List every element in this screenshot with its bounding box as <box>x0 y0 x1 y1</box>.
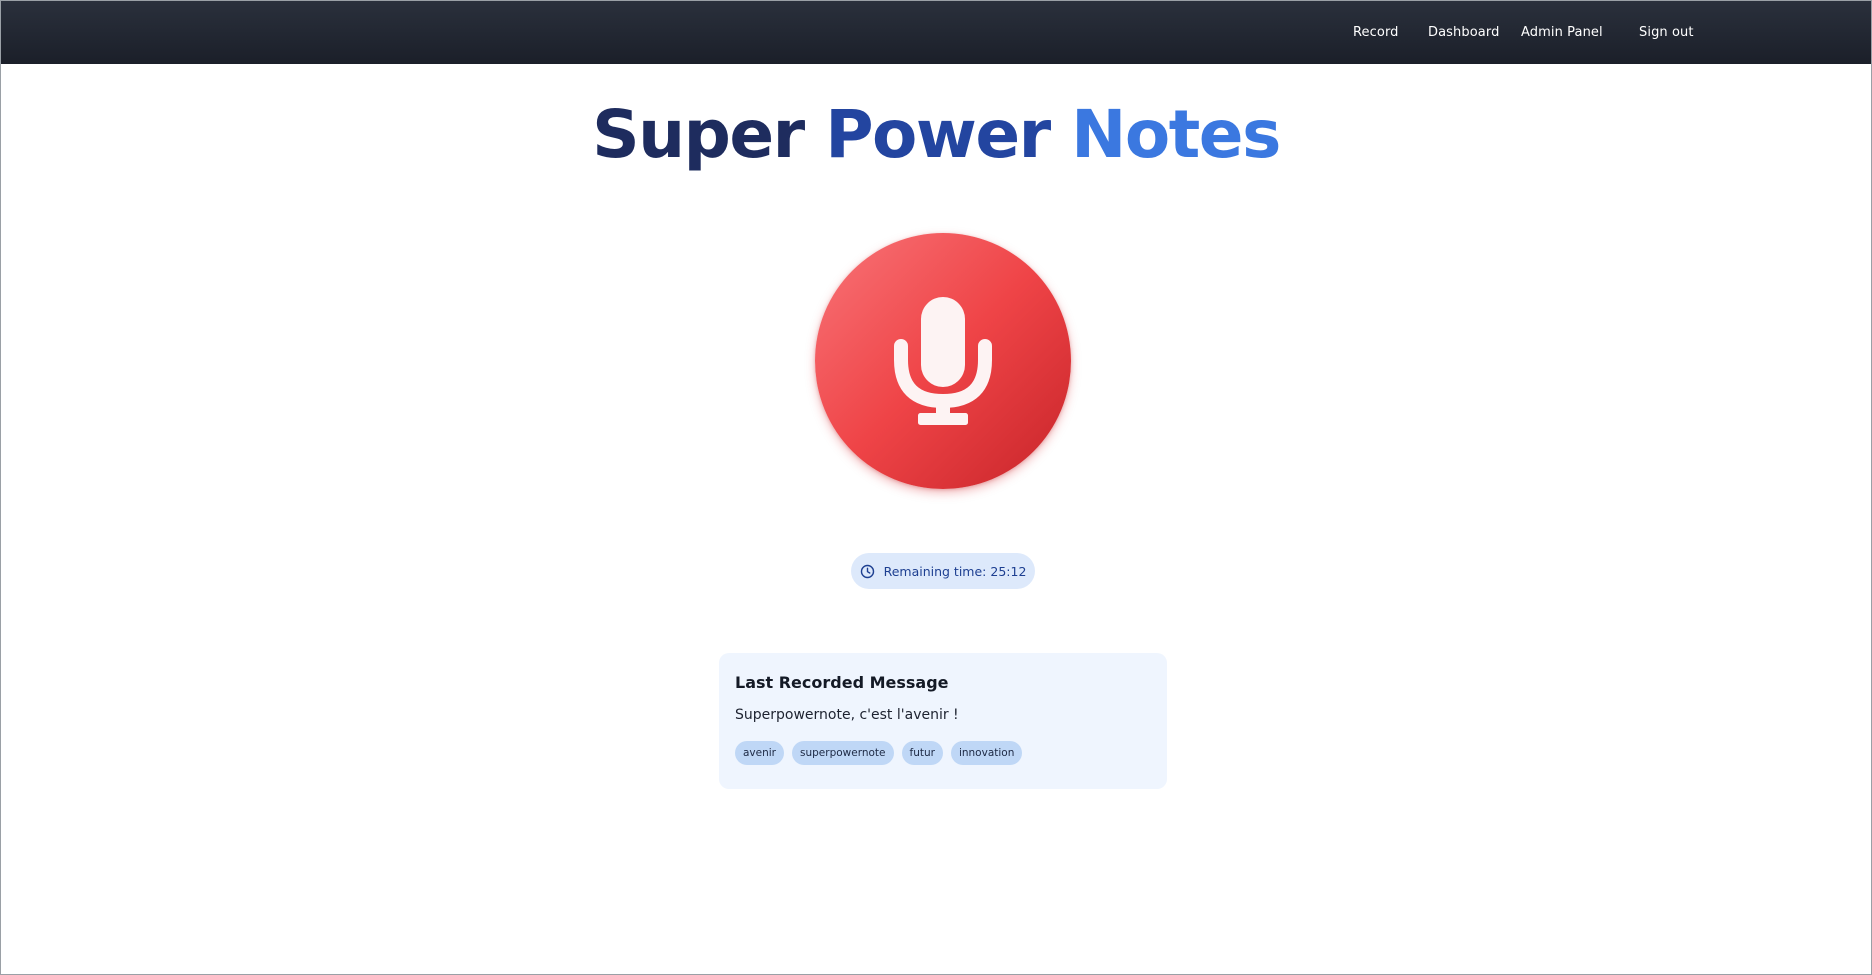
nav-admin-panel[interactable]: Admin Panel <box>1521 1 1603 64</box>
title-word-super: Super <box>592 96 805 173</box>
title-word-power: Power <box>825 96 1051 173</box>
top-navbar: Record Dashboard Admin Panel Sign out <box>1 1 1871 64</box>
last-message-text: Superpowernote, c'est l'avenir ! <box>735 707 959 723</box>
page-title: Super Power Notes <box>1 95 1871 175</box>
clock-icon <box>860 564 875 579</box>
title-word-notes: Notes <box>1071 96 1281 173</box>
nav-sign-out[interactable]: Sign out <box>1639 1 1694 64</box>
tag-list: avenir superpowernote futur innovation <box>735 741 1023 765</box>
nav-record[interactable]: Record <box>1353 1 1399 64</box>
microphone-icon <box>894 297 992 425</box>
nav-dashboard[interactable]: Dashboard <box>1428 1 1499 64</box>
tag-innovation[interactable]: innovation <box>950 741 1023 765</box>
record-button[interactable] <box>815 233 1071 489</box>
last-message-heading: Last Recorded Message <box>735 673 949 692</box>
last-message-card: Last Recorded Message Superpowernote, c'… <box>719 653 1167 789</box>
remaining-time-value: 25:12 <box>990 563 1027 579</box>
remaining-time-badge: Remaining time: 25:12 <box>851 553 1035 589</box>
tag-futur[interactable]: futur <box>901 741 943 765</box>
tag-superpowernote[interactable]: superpowernote <box>792 741 894 765</box>
tag-avenir[interactable]: avenir <box>735 741 784 765</box>
remaining-time-label: Remaining time: <box>883 563 987 579</box>
app-window: Record Dashboard Admin Panel Sign out Su… <box>0 0 1872 975</box>
